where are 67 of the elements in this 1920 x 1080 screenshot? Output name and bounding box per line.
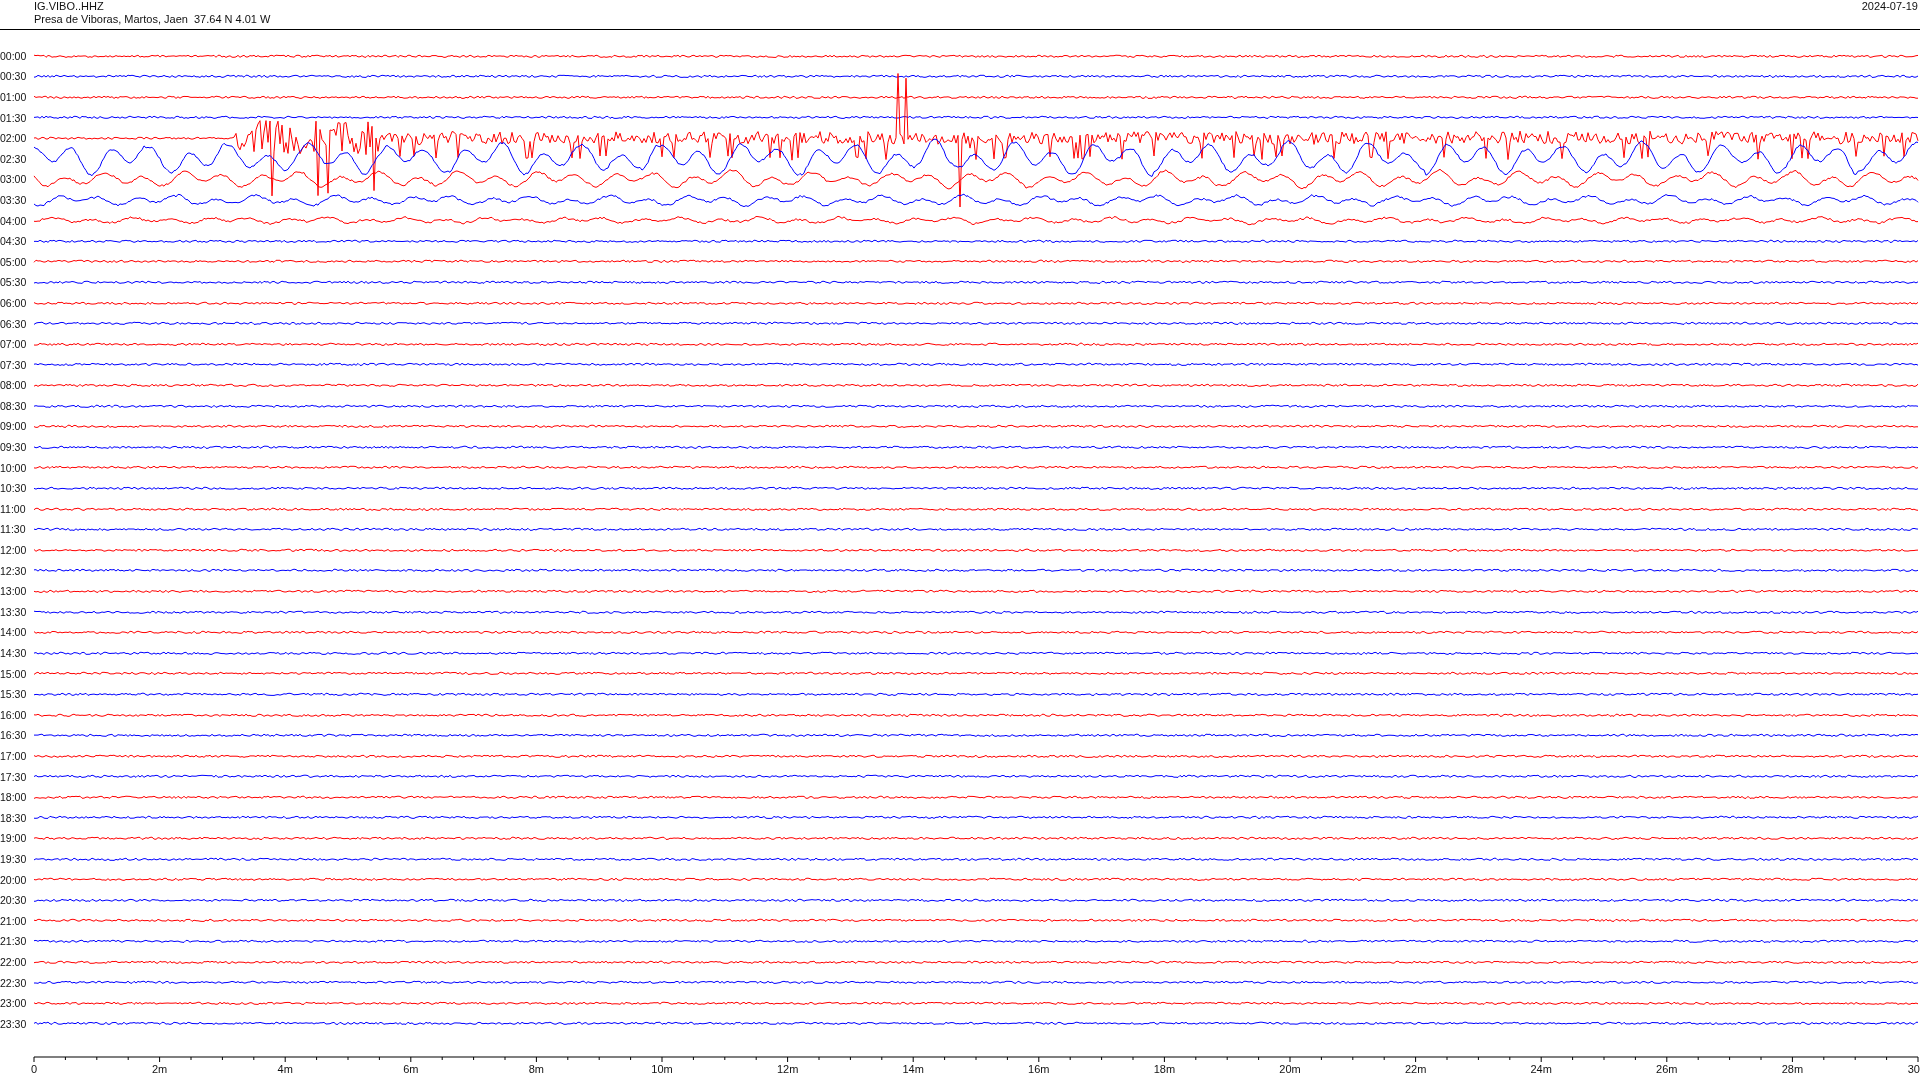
axis-label: 20m bbox=[1279, 1063, 1301, 1075]
axis-label: 22m bbox=[1404, 1063, 1427, 1075]
time-label: 09:00 bbox=[0, 420, 28, 433]
time-label: 00:30 bbox=[0, 70, 28, 83]
time-label: 21:00 bbox=[0, 914, 28, 927]
time-label: 06:00 bbox=[0, 296, 28, 309]
station-code: IG.VIBO..HHZ bbox=[34, 0, 105, 13]
time-label: 12:30 bbox=[0, 564, 28, 577]
time-label: 20:30 bbox=[0, 894, 28, 907]
time-label: 17:00 bbox=[0, 750, 28, 762]
time-label: 22:00 bbox=[0, 955, 28, 968]
time-label: 17:30 bbox=[0, 770, 28, 783]
time-label: 12:00 bbox=[0, 544, 28, 557]
axis-label: 28m bbox=[1781, 1063, 1804, 1075]
time-label: 05:30 bbox=[0, 276, 28, 289]
station-location: Presa de Viboras, Martos, Jaen 37.64 N 4.01 W bbox=[34, 13, 271, 26]
date-label: 2024-07-19 bbox=[1861, 0, 1918, 14]
time-label: 07:00 bbox=[0, 338, 28, 351]
axis-label: 10m bbox=[651, 1063, 673, 1075]
time-label: 08:00 bbox=[0, 379, 28, 392]
time-label: 23:30 bbox=[0, 1017, 28, 1030]
time-label: 23:00 bbox=[0, 997, 28, 1010]
time-label: 10:30 bbox=[0, 482, 28, 495]
axis-label: 0 bbox=[30, 1063, 38, 1075]
time-label: 00:00 bbox=[0, 49, 28, 62]
time-label: 14:30 bbox=[0, 647, 28, 659]
time-label: 04:00 bbox=[0, 214, 28, 227]
time-label: 01:00 bbox=[0, 91, 28, 103]
time-label: 19:00 bbox=[0, 832, 28, 845]
axis-label: 14m bbox=[902, 1063, 924, 1075]
axis-label: 2m bbox=[151, 1063, 168, 1075]
time-label: 16:30 bbox=[0, 729, 28, 742]
time-label: 20:00 bbox=[0, 873, 28, 886]
time-label: 11:00 bbox=[0, 502, 27, 515]
time-label: 18:00 bbox=[0, 791, 28, 804]
time-label: 21:30 bbox=[0, 935, 28, 948]
time-label: 03:00 bbox=[0, 173, 28, 186]
axis-label: 30 bbox=[1907, 1063, 1920, 1075]
axis-label: 4m bbox=[277, 1063, 293, 1075]
time-label: 05:00 bbox=[0, 255, 28, 268]
time-label: 16:00 bbox=[0, 708, 28, 721]
axis-label: 26m bbox=[1656, 1063, 1678, 1075]
axis-label: 16m bbox=[1028, 1063, 1050, 1075]
time-label: 07:30 bbox=[0, 358, 28, 371]
time-label: 01:30 bbox=[0, 111, 28, 124]
time-label: 14:00 bbox=[0, 626, 28, 639]
time-label: 18:30 bbox=[0, 811, 28, 824]
axis-label: 8m bbox=[528, 1063, 545, 1075]
time-label: 15:00 bbox=[0, 667, 28, 680]
time-label: 04:30 bbox=[0, 235, 28, 248]
axis-label: 12m bbox=[776, 1063, 799, 1075]
axis-label: 18m bbox=[1153, 1063, 1176, 1075]
time-label: 19:30 bbox=[0, 852, 28, 865]
time-label: 10:00 bbox=[0, 461, 28, 474]
axis-label: 6m bbox=[403, 1063, 419, 1075]
time-label: 22:30 bbox=[0, 976, 28, 989]
time-label: 15:30 bbox=[0, 688, 28, 701]
time-label: 11:30 bbox=[0, 523, 27, 536]
time-label: 02:00 bbox=[0, 132, 28, 145]
time-label: 06:30 bbox=[0, 317, 28, 330]
time-label: 08:30 bbox=[0, 399, 28, 412]
time-label: 03:30 bbox=[0, 193, 28, 206]
axis-label: 24m bbox=[1530, 1063, 1552, 1075]
time-label: 09:30 bbox=[0, 441, 28, 454]
time-label: 13:00 bbox=[0, 585, 28, 598]
time-label: 13:30 bbox=[0, 605, 28, 618]
time-label: 02:30 bbox=[0, 152, 28, 165]
